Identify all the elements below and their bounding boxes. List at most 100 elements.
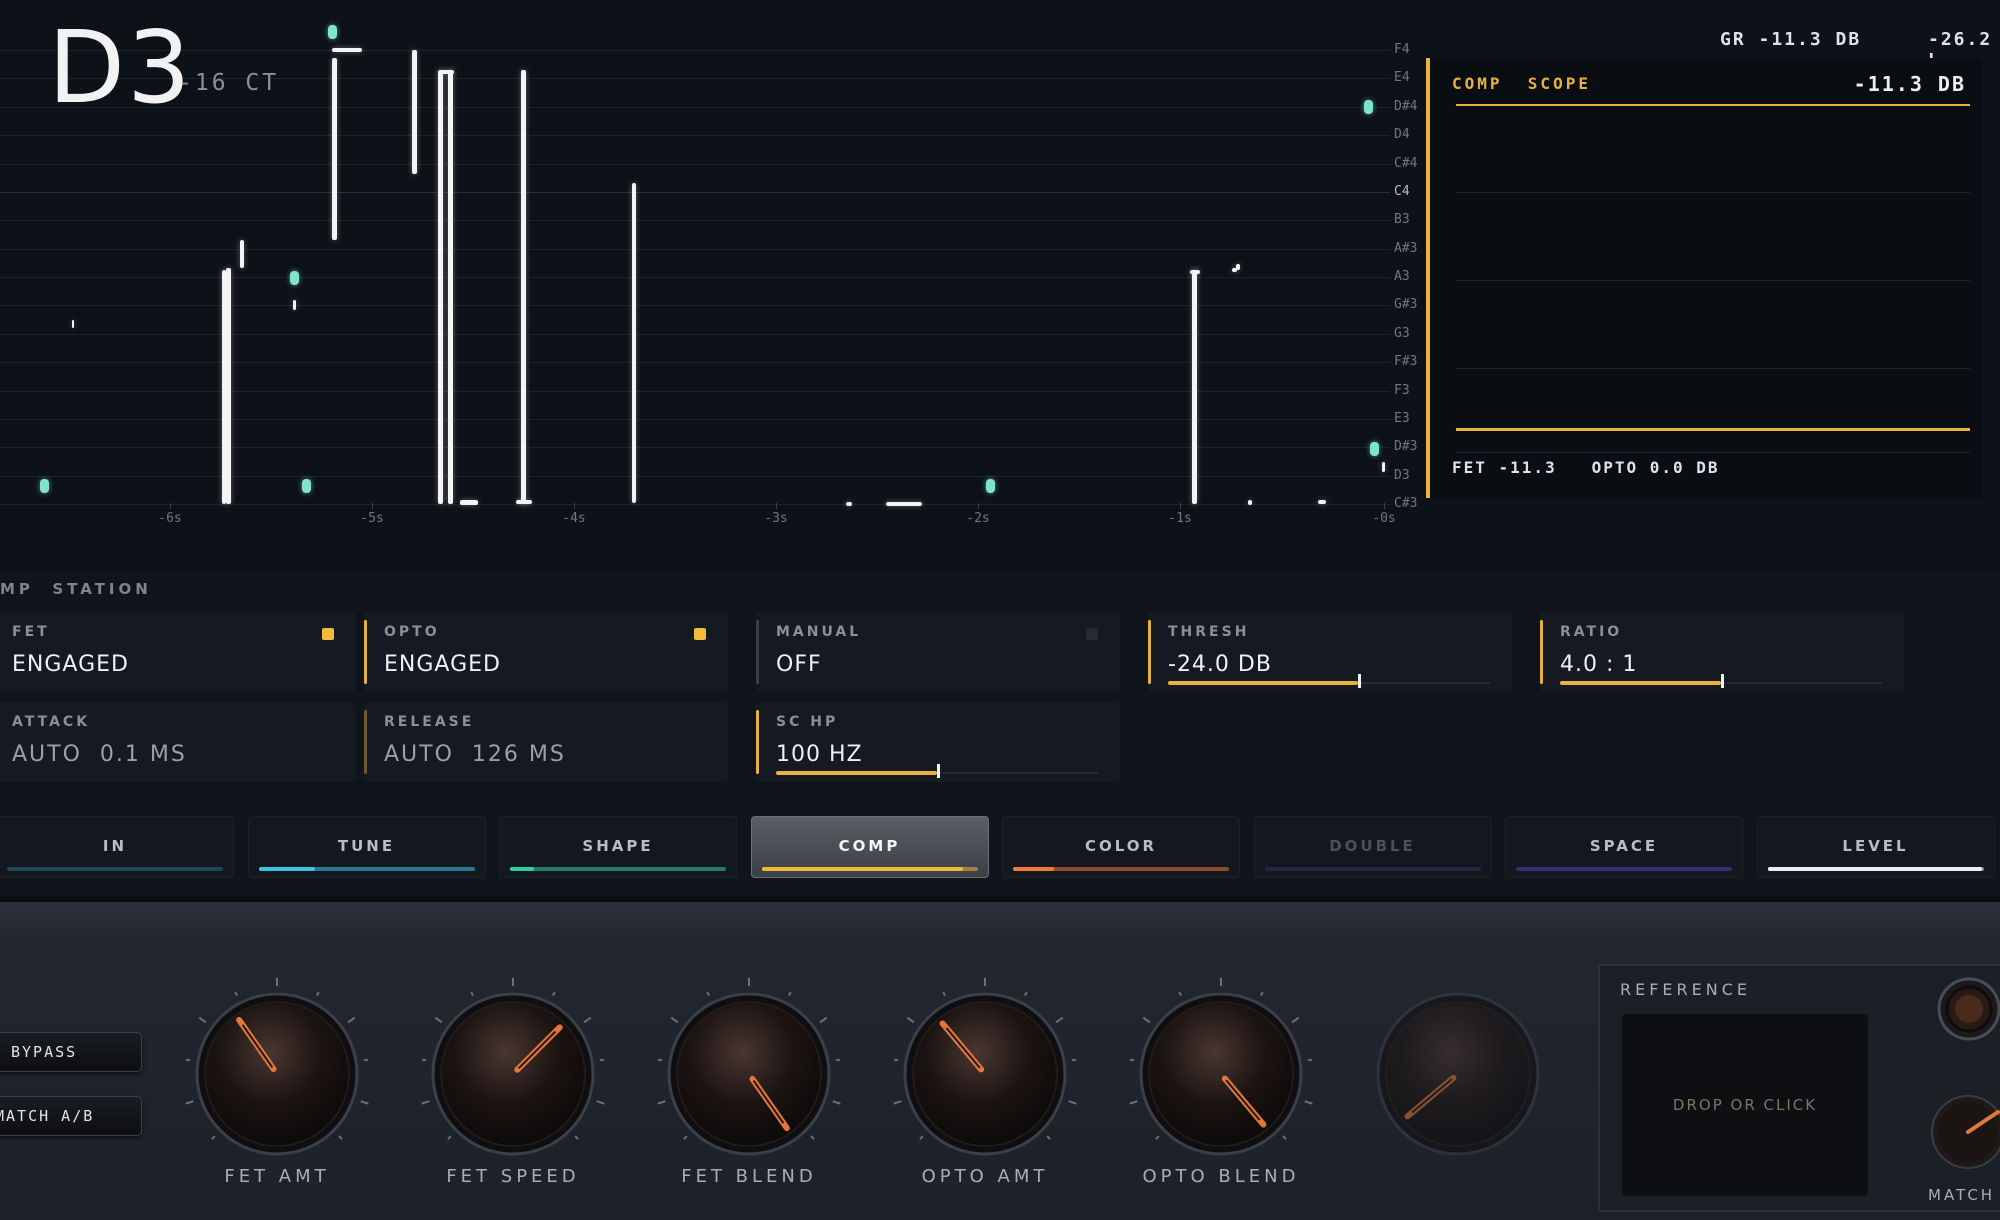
tab-label: SPACE [1589, 837, 1659, 855]
tab-label: TUNE [337, 837, 396, 855]
scope-footer: FET -11.3 OPTO 0.0 DB [1452, 458, 1720, 477]
tab-underline [1264, 867, 1481, 871]
pitch-gridline [0, 305, 1390, 306]
pitch-trace-segment [412, 50, 417, 174]
ratio-accent-bar [1540, 620, 1543, 684]
knob-opto-amt[interactable] [893, 978, 1077, 1156]
knob-fet-blend[interactable] [657, 978, 841, 1156]
time-label: -3s [764, 511, 788, 526]
pitch-gridline [0, 192, 1390, 193]
attack-control[interactable]: ATTACK AUTO 0.1 MS [0, 702, 356, 782]
pitch-gridline [0, 249, 1390, 250]
comp-station: MP STATION FET ENGAGED OPTO ENGAGED MANU… [0, 572, 2000, 806]
sc-hp-label: SC HP [776, 714, 839, 730]
tab-double[interactable]: DOUBLE [1253, 816, 1492, 878]
pitch-gridline [0, 135, 1390, 136]
scope-gridline [1456, 192, 1970, 193]
knob-fet-amt[interactable] [185, 978, 369, 1156]
tab-in[interactable]: IN [0, 816, 234, 878]
thresh-control[interactable]: THRESH -24.0 DB [1148, 612, 1512, 692]
pitch-trace-segment [1192, 270, 1197, 504]
release-accent-bar [364, 710, 367, 774]
match-knob[interactable] [1928, 1092, 2000, 1172]
tab-comp[interactable]: COMP [750, 816, 989, 878]
knob-unlabeled[interactable] [1367, 978, 1550, 1156]
station-title: MP STATION [0, 580, 152, 598]
match-label: MATCH [1928, 1186, 1996, 1204]
manual-value: OFF [776, 652, 822, 677]
opto-accent-bar [364, 620, 367, 684]
cents-readout: -16 CT [178, 70, 280, 96]
fet-toggle[interactable]: FET ENGAGED [0, 612, 356, 692]
slider-fill [776, 771, 937, 775]
scope-gridline [1456, 368, 1970, 369]
pitch-label: F#3 [1394, 354, 1418, 369]
slider-handle[interactable] [937, 764, 940, 778]
pitch-gridline [0, 362, 1390, 363]
pitch-label: A#3 [1394, 241, 1418, 256]
tab-label: DOUBLE [1329, 837, 1416, 855]
sc-hp-control[interactable]: SC HP 100 HZ [756, 702, 1120, 782]
pitch-trace-segment [1248, 500, 1252, 505]
time-label: -4s [562, 511, 586, 526]
slider-handle[interactable] [1358, 674, 1361, 688]
tab-underline-fill [510, 867, 534, 871]
pitch-label: E3 [1394, 411, 1410, 426]
pitch-gridline [0, 504, 1390, 505]
pitch-gridline [0, 419, 1390, 420]
pitch-label: D#4 [1394, 99, 1418, 114]
pitch-gridline [0, 107, 1390, 108]
tab-underline-fill [1767, 867, 1982, 871]
thresh-label: THRESH [1168, 624, 1250, 640]
module-tabs: IN TUNE SHAPE COMP COLOR DOUBLE SPACE LEVEL [0, 806, 2000, 896]
reference-dropzone[interactable]: DROP OR CLICK [1622, 1014, 1868, 1196]
pitch-gridline [0, 391, 1390, 392]
pitch-gridline [0, 476, 1390, 477]
tab-level[interactable]: LEVEL [1756, 816, 1995, 878]
pitch-dot [290, 271, 299, 285]
time-label: -1s [1168, 511, 1192, 526]
slider-fill [1560, 681, 1721, 685]
pitch-trace-segment [240, 240, 244, 268]
pitch-gridline [0, 334, 1390, 335]
ratio-control[interactable]: RATIO 4.0 : 1 [1540, 612, 1904, 692]
release-value: AUTO 126 MS [384, 742, 566, 767]
time-label: -6s [158, 511, 182, 526]
slider-handle[interactable] [1721, 674, 1724, 688]
tab-tune[interactable]: TUNE [247, 816, 486, 878]
opto-led [694, 628, 706, 640]
tab-label: LEVEL [1842, 837, 1909, 855]
pitch-label: F4 [1394, 42, 1410, 57]
tab-color[interactable]: COLOR [1002, 816, 1240, 878]
opto-toggle[interactable]: OPTO ENGAGED [364, 612, 728, 692]
manual-label: MANUAL [776, 624, 862, 640]
manual-toggle[interactable]: MANUAL OFF [756, 612, 1120, 692]
tab-shape[interactable]: SHAPE [499, 816, 737, 878]
knob-opto-blend[interactable] [1129, 978, 1313, 1156]
knob-fet-speed[interactable] [421, 978, 605, 1156]
pitch-trace-segment [72, 320, 74, 328]
pitch-trace-segment [1190, 270, 1200, 274]
tab-space[interactable]: SPACE [1505, 816, 1743, 878]
pitch-label: G3 [1394, 326, 1410, 341]
pitch-trace-segment [521, 70, 526, 504]
pitch-label: A3 [1394, 269, 1410, 284]
attack-label: ATTACK [12, 714, 91, 730]
time-label: -2s [966, 511, 990, 526]
pitch-label: C#3 [1394, 496, 1418, 511]
time-tick [1180, 503, 1181, 509]
pitch-trace-segment [1382, 462, 1385, 472]
knob-label: FET SPEED [446, 1166, 580, 1187]
fet-value: ENGAGED [12, 652, 129, 677]
drop-text: DROP OR CLICK [1672, 1096, 1818, 1114]
ratio-value: 4.0 : 1 [1560, 652, 1638, 677]
pitch-trace-segment [438, 70, 443, 504]
pitch-trace-segment [1318, 500, 1326, 504]
pitch-trace-segment [293, 300, 296, 310]
pitch-trace-segment [460, 500, 478, 505]
release-control[interactable]: RELEASE AUTO 126 MS [364, 702, 728, 782]
reference-load-button[interactable] [1934, 974, 2000, 1044]
pitch-trace-segment [632, 183, 636, 503]
pitch-label: C#4 [1394, 156, 1418, 171]
pitch-gridline [0, 220, 1390, 221]
